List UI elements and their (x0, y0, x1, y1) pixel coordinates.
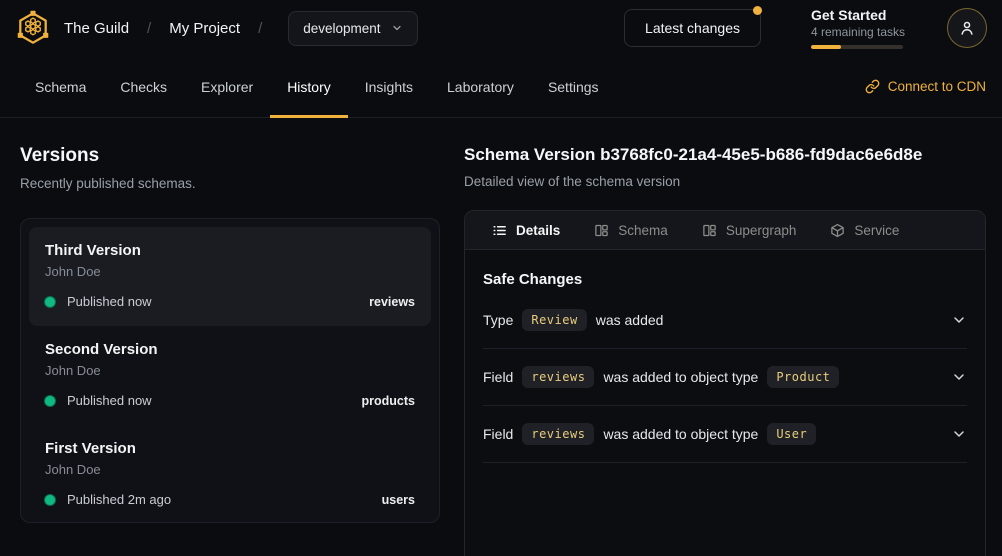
primary-nav: Schema Checks Explorer History Insights … (0, 56, 1002, 118)
app-header: The Guild / My Project / development Lat… (0, 0, 1002, 56)
panels-icon (594, 223, 609, 238)
version-card-first[interactable]: First Version John Doe Published 2m ago … (29, 425, 431, 524)
tab-checks[interactable]: Checks (103, 56, 184, 117)
tab-schema[interactable]: Schema (18, 56, 103, 117)
get-started-widget[interactable]: Get Started 4 remaining tasks (811, 7, 903, 49)
versions-title: Versions (20, 145, 440, 167)
version-name: Second Version (45, 341, 415, 358)
connect-to-cdn-link[interactable]: Connect to CDN (865, 56, 986, 117)
main-content: Versions Recently published schemas. Thi… (0, 118, 1002, 556)
breadcrumb-org[interactable]: The Guild (64, 20, 129, 37)
schema-version-column: Schema Version b3768fc0-21a4-45e5-b686-f… (464, 118, 986, 556)
change-prefix: Field (483, 369, 513, 385)
schema-version-detail-panel: Details Schema Sup (464, 210, 986, 556)
breadcrumb-separator: / (258, 20, 262, 37)
published-status-dot (45, 297, 55, 307)
published-status-text: Published now (67, 294, 152, 309)
detail-tabbar: Details Schema Sup (465, 211, 985, 250)
target-selector-value: development (303, 21, 380, 36)
version-card-third[interactable]: Third Version John Doe Published now rev… (29, 227, 431, 326)
detail-tab-label: Service (854, 223, 899, 238)
published-status-text: Published now (67, 393, 152, 408)
tab-explorer[interactable]: Explorer (184, 56, 270, 117)
detail-tab-schema[interactable]: Schema (579, 211, 683, 249)
cube-icon (830, 223, 845, 238)
get-started-subtitle: 4 remaining tasks (811, 25, 903, 39)
change-row-type-review[interactable]: Type Review was added (483, 292, 967, 349)
latest-changes-label: Latest changes (645, 20, 740, 36)
versions-list: Third Version John Doe Published now rev… (20, 218, 440, 523)
user-avatar[interactable] (947, 8, 987, 48)
change-row-field-user[interactable]: Field reviews was added to object type U… (483, 406, 967, 463)
version-author: John Doe (45, 462, 415, 477)
change-middle: was added to object type (603, 426, 758, 442)
connect-to-cdn-label: Connect to CDN (888, 79, 986, 94)
versions-subtitle: Recently published schemas. (20, 176, 440, 191)
code-badge: reviews (522, 423, 594, 445)
detail-content: Safe Changes Type Review was added Field… (465, 250, 985, 463)
detail-tab-service[interactable]: Service (815, 211, 914, 249)
link-icon (865, 79, 880, 94)
get-started-progress-track (811, 45, 903, 49)
safe-changes-heading: Safe Changes (483, 271, 967, 288)
version-name: First Version (45, 440, 415, 457)
chevron-down-icon[interactable] (951, 312, 967, 328)
detail-tab-details[interactable]: Details (477, 211, 575, 249)
detail-tab-label: Supergraph (726, 223, 797, 238)
detail-tab-supergraph[interactable]: Supergraph (687, 211, 812, 249)
change-suffix: was added (596, 312, 664, 328)
service-name: reviews (369, 295, 415, 309)
code-badge: Review (522, 309, 586, 331)
change-row-field-product[interactable]: Field reviews was added to object type P… (483, 349, 967, 406)
detail-tab-label: Schema (618, 223, 668, 238)
target-selector-dropdown[interactable]: development (288, 11, 417, 46)
published-status-dot (45, 495, 55, 505)
service-name: users (382, 493, 415, 507)
change-prefix: Type (483, 312, 513, 328)
schema-version-title: Schema Version b3768fc0-21a4-45e5-b686-f… (464, 145, 986, 165)
breadcrumb-separator: / (147, 20, 151, 37)
change-middle: was added to object type (603, 369, 758, 385)
user-icon (958, 19, 976, 37)
tab-settings[interactable]: Settings (531, 56, 616, 117)
tab-insights[interactable]: Insights (348, 56, 430, 117)
breadcrumb-project[interactable]: My Project (169, 20, 240, 37)
chevron-down-icon[interactable] (951, 426, 967, 442)
guild-logo-icon[interactable] (14, 9, 52, 47)
code-badge: User (767, 423, 816, 445)
notification-dot (753, 6, 762, 15)
list-icon (492, 223, 507, 238)
change-prefix: Field (483, 426, 513, 442)
chevron-down-icon (391, 22, 403, 34)
get-started-progress-fill (811, 45, 841, 49)
service-name: products (362, 394, 415, 408)
tab-history[interactable]: History (270, 56, 348, 117)
versions-column: Versions Recently published schemas. Thi… (20, 118, 440, 556)
get-started-title: Get Started (811, 7, 903, 23)
detail-tab-label: Details (516, 223, 560, 238)
code-badge: Product (767, 366, 839, 388)
version-name: Third Version (45, 242, 415, 259)
chevron-down-icon[interactable] (951, 369, 967, 385)
published-status-text: Published 2m ago (67, 492, 171, 507)
schema-version-subtitle: Detailed view of the schema version (464, 174, 986, 189)
code-badge: reviews (522, 366, 594, 388)
version-author: John Doe (45, 363, 415, 378)
panels-icon (702, 223, 717, 238)
version-card-second[interactable]: Second Version John Doe Published now pr… (29, 326, 431, 425)
published-status-dot (45, 396, 55, 406)
version-author: John Doe (45, 264, 415, 279)
latest-changes-button[interactable]: Latest changes (624, 9, 761, 47)
tab-laboratory[interactable]: Laboratory (430, 56, 531, 117)
